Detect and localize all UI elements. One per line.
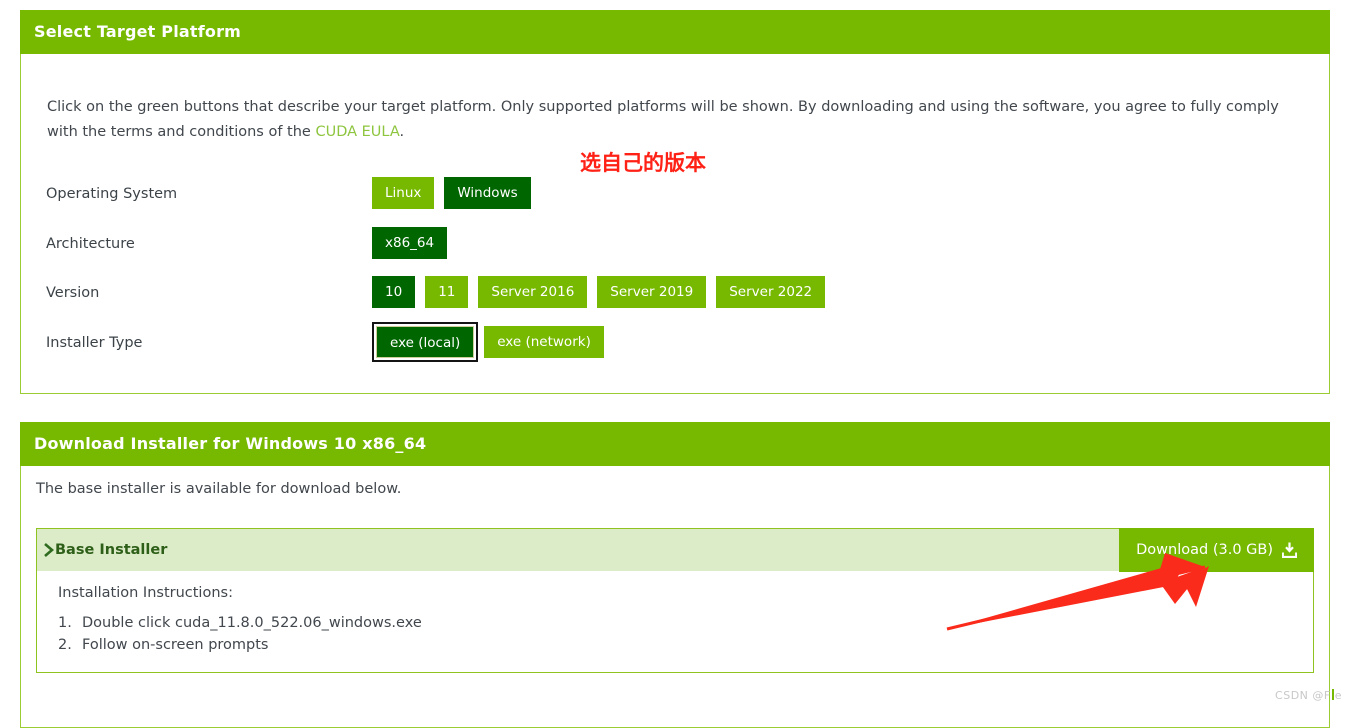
option-row-label-version: Version	[46, 285, 100, 301]
chevron-right-icon	[43, 542, 55, 558]
option-buttons-architecture: x86_64	[372, 227, 448, 259]
instruction-number: 1.	[58, 615, 72, 631]
base-installer-box: Base Installer Download (3.0 GB) Install…	[36, 528, 1314, 673]
instruction-number: 2.	[58, 637, 72, 653]
intro-text-after-link: .	[399, 123, 405, 140]
option-row-label-installer-type: Installer Type	[46, 335, 143, 351]
instruction-item: 2. Follow on-screen prompts	[58, 634, 1313, 656]
option-button-version-11[interactable]: 11	[425, 276, 469, 308]
instructions-title: Installation Instructions:	[58, 585, 233, 601]
select-panel-title: Select Target Platform	[20, 10, 1330, 54]
watermark-bar-icon	[1331, 689, 1334, 700]
instruction-text: Double click cuda_11.8.0_522.06_windows.…	[82, 615, 422, 631]
option-button-server-2019[interactable]: Server 2019	[597, 276, 707, 308]
chinese-annotation: 选自己的版本	[580, 151, 706, 175]
base-installer-header[interactable]: Base Installer Download (3.0 GB)	[37, 528, 1314, 572]
option-row-label-architecture: Architecture	[46, 236, 135, 252]
select-target-platform-panel: Select Target Platform	[20, 10, 1330, 394]
download-panel-title: Download Installer for Windows 10 x86_64	[20, 422, 1330, 466]
option-button-exe-local[interactable]: exe (local)	[371, 322, 479, 362]
base-installer-label: Base Installer	[55, 542, 168, 558]
option-buttons-operating-system: Linux Windows	[372, 177, 531, 209]
option-row-label-operating-system: Operating System	[46, 186, 178, 202]
csdn-watermark: CSDN @F e	[1275, 689, 1342, 702]
download-button-label: Download (3.0 GB)	[1136, 542, 1273, 558]
watermark-suffix: e	[1334, 689, 1342, 702]
watermark-prefix: CSDN @F	[1275, 689, 1331, 702]
intro-paragraph: Click on the green buttons that describe…	[47, 95, 1303, 145]
cuda-eula-link[interactable]: CUDA EULA	[315, 124, 399, 140]
option-button-version-10[interactable]: 10	[372, 276, 416, 308]
instruction-item: 1. Double click cuda_11.8.0_522.06_windo…	[58, 612, 1313, 634]
option-button-x86-64[interactable]: x86_64	[372, 227, 448, 259]
download-button[interactable]: Download (3.0 GB)	[1119, 528, 1314, 572]
download-note: The base installer is available for down…	[36, 481, 402, 497]
option-button-server-2016[interactable]: Server 2016	[478, 276, 588, 308]
option-buttons-installer-type: exe (local) exe (network)	[371, 322, 604, 362]
option-button-windows[interactable]: Windows	[444, 177, 531, 209]
download-icon	[1281, 542, 1298, 559]
option-button-linux[interactable]: Linux	[372, 177, 435, 209]
intro-text-before-link: Click on the green buttons that describe…	[47, 98, 1279, 140]
base-installer-body: Installation Instructions: 1. Double cli…	[37, 571, 1313, 672]
instruction-text: Follow on-screen prompts	[82, 637, 269, 653]
instructions-list: 1. Double click cuda_11.8.0_522.06_windo…	[58, 612, 1313, 656]
option-buttons-version: 10 11 Server 2016 Server 2019 Server 202…	[372, 276, 826, 308]
option-button-exe-network[interactable]: exe (network)	[484, 326, 604, 358]
option-button-server-2022[interactable]: Server 2022	[716, 276, 826, 308]
